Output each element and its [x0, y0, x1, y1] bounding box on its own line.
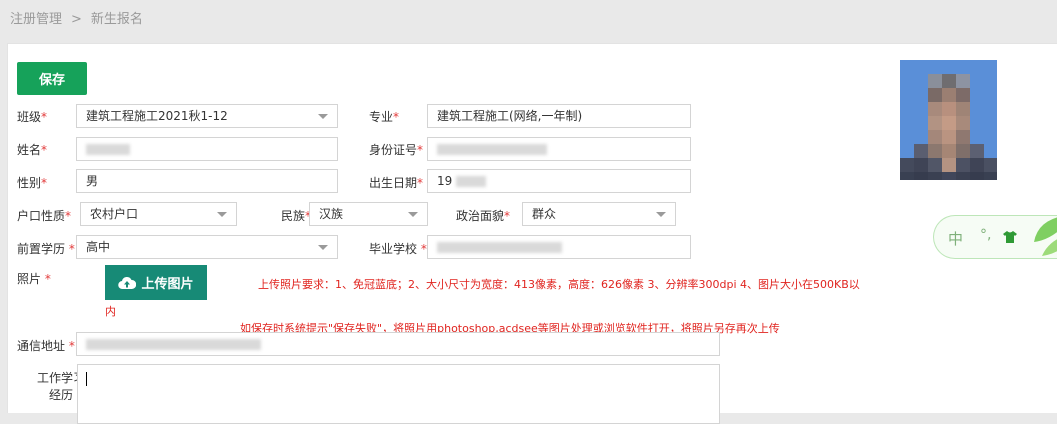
photo-requirements-cont: 内	[105, 305, 116, 318]
text-caret	[86, 372, 87, 386]
chevron-down-icon	[656, 212, 666, 217]
school-field[interactable]	[427, 235, 691, 259]
hukou-select[interactable]: 农村户口	[80, 202, 237, 226]
address-field[interactable]	[76, 332, 720, 356]
photo-label: 照片 *	[17, 272, 51, 286]
education-label: 前置学历 *	[17, 242, 75, 256]
breadcrumb-current: 新生报名	[90, 12, 143, 27]
experience-label-cont: 经历	[49, 388, 74, 402]
gender-field[interactable]: 男	[76, 169, 338, 193]
breadcrumb-bar: 注册管理 > 新生报名	[0, 0, 1057, 34]
id-number-field[interactable]	[427, 137, 691, 161]
birth-date-label: 出生日期*	[369, 176, 424, 190]
ethnicity-select[interactable]: 汉族	[309, 202, 428, 226]
breadcrumb-separator: >	[71, 12, 82, 27]
class-select[interactable]: 建筑工程施工2021秋1-12	[76, 104, 338, 128]
chevron-down-icon	[408, 212, 418, 217]
leaf-icon	[1034, 217, 1057, 256]
education-select[interactable]: 高中	[76, 235, 338, 259]
chevron-down-icon	[318, 245, 328, 250]
name-label: 姓名*	[17, 143, 48, 157]
hukou-label: 户口性质*	[17, 209, 72, 223]
name-field[interactable]	[76, 137, 338, 161]
ime-punct-toggle[interactable]: °,	[980, 227, 991, 243]
birth-date-field[interactable]: 19	[427, 169, 691, 193]
save-button[interactable]: 保存	[17, 62, 87, 95]
ime-toolbar[interactable]: 中 °,	[933, 215, 1057, 259]
photo-preview	[900, 60, 997, 180]
major-label: 专业*	[369, 110, 400, 124]
experience-textarea[interactable]	[77, 364, 720, 424]
id-number-label: 身份证号*	[369, 143, 424, 157]
chevron-down-icon	[217, 212, 227, 217]
breadcrumb: 注册管理 > 新生报名	[10, 8, 143, 27]
gender-label: 性别*	[17, 176, 48, 190]
major-field[interactable]: 建筑工程施工(网络,一年制)	[427, 104, 691, 128]
ime-mode-toggle[interactable]: 中	[948, 228, 963, 249]
photo-requirements: 上传照片要求：1、免冠蓝底；2、大小尺寸为宽度：413像素，高度：626像素 3…	[258, 278, 860, 291]
ethnicity-label: 民族*	[281, 209, 311, 223]
political-label: 政治面貌*	[456, 209, 511, 223]
upload-photo-button[interactable]: 上传图片	[105, 265, 207, 300]
chevron-down-icon	[318, 114, 328, 119]
school-label: 毕业学校 *	[369, 242, 427, 256]
cloud-upload-icon	[118, 276, 137, 289]
class-label: 班级*	[17, 110, 48, 124]
upload-label: 上传图片	[141, 277, 194, 292]
address-label: 通信地址 *	[17, 339, 75, 353]
political-select[interactable]: 群众	[522, 202, 676, 226]
breadcrumb-parent[interactable]: 注册管理	[10, 12, 62, 27]
shirt-icon[interactable]	[1003, 231, 1017, 243]
